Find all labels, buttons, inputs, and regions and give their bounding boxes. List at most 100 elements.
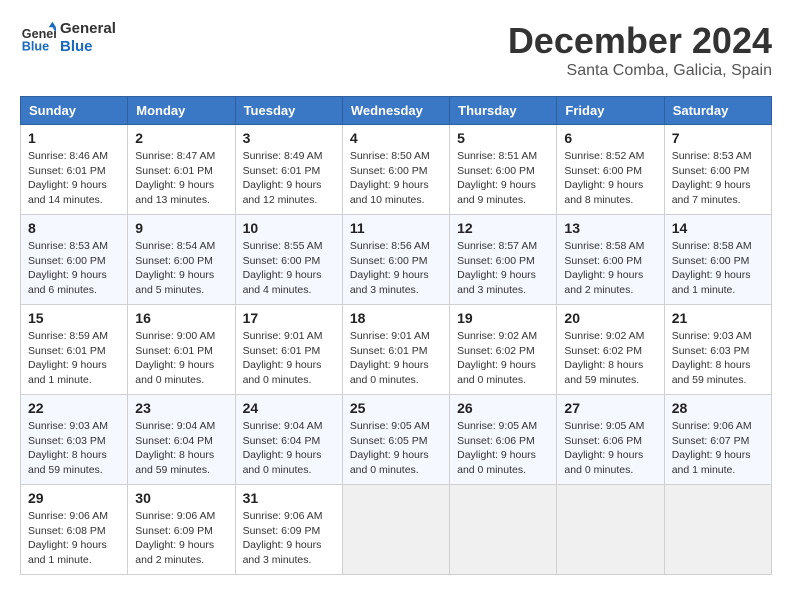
sunrise-label: Sunrise: 8:58 AM bbox=[672, 240, 752, 252]
sunset-label: Sunset: 6:04 PM bbox=[243, 435, 321, 447]
daylight-label: Daylight: 9 hours and 9 minutes. bbox=[457, 179, 536, 206]
sunset-label: Sunset: 6:01 PM bbox=[135, 345, 213, 357]
sunrise-label: Sunrise: 8:59 AM bbox=[28, 330, 108, 342]
day-number: 13 bbox=[564, 220, 656, 236]
sunrise-label: Sunrise: 9:06 AM bbox=[135, 510, 215, 522]
day-info: Sunrise: 8:58 AM Sunset: 6:00 PM Dayligh… bbox=[672, 239, 764, 298]
day-number: 16 bbox=[135, 310, 227, 326]
calendar-week-2: 8 Sunrise: 8:53 AM Sunset: 6:00 PM Dayli… bbox=[21, 215, 772, 305]
day-cell-15: 15 Sunrise: 8:59 AM Sunset: 6:01 PM Dayl… bbox=[21, 305, 128, 395]
day-info: Sunrise: 9:03 AM Sunset: 6:03 PM Dayligh… bbox=[672, 329, 764, 388]
day-number: 14 bbox=[672, 220, 764, 236]
day-info: Sunrise: 8:57 AM Sunset: 6:00 PM Dayligh… bbox=[457, 239, 549, 298]
title-block: December 2024 Santa Comba, Galicia, Spai… bbox=[508, 20, 772, 80]
sunrise-label: Sunrise: 9:04 AM bbox=[135, 420, 215, 432]
day-cell-24: 24 Sunrise: 9:04 AM Sunset: 6:04 PM Dayl… bbox=[235, 395, 342, 485]
day-cell-31: 31 Sunrise: 9:06 AM Sunset: 6:09 PM Dayl… bbox=[235, 485, 342, 575]
sunrise-label: Sunrise: 9:05 AM bbox=[350, 420, 430, 432]
daylight-label: Daylight: 9 hours and 0 minutes. bbox=[350, 359, 429, 386]
day-info: Sunrise: 8:54 AM Sunset: 6:00 PM Dayligh… bbox=[135, 239, 227, 298]
sunset-label: Sunset: 6:00 PM bbox=[135, 255, 213, 267]
empty-cell bbox=[342, 485, 449, 575]
day-info: Sunrise: 8:52 AM Sunset: 6:00 PM Dayligh… bbox=[564, 149, 656, 208]
sunrise-label: Sunrise: 8:53 AM bbox=[28, 240, 108, 252]
sunset-label: Sunset: 6:00 PM bbox=[28, 255, 106, 267]
daylight-label: Daylight: 9 hours and 1 minute. bbox=[672, 449, 751, 476]
day-number: 5 bbox=[457, 130, 549, 146]
sunrise-label: Sunrise: 8:56 AM bbox=[350, 240, 430, 252]
day-cell-7: 7 Sunrise: 8:53 AM Sunset: 6:00 PM Dayli… bbox=[664, 125, 771, 215]
calendar-body: 1 Sunrise: 8:46 AM Sunset: 6:01 PM Dayli… bbox=[21, 125, 772, 575]
day-info: Sunrise: 8:58 AM Sunset: 6:00 PM Dayligh… bbox=[564, 239, 656, 298]
day-number: 4 bbox=[350, 130, 442, 146]
day-info: Sunrise: 8:56 AM Sunset: 6:00 PM Dayligh… bbox=[350, 239, 442, 298]
daylight-label: Daylight: 9 hours and 1 minute. bbox=[28, 359, 107, 386]
day-number: 23 bbox=[135, 400, 227, 416]
sunset-label: Sunset: 6:06 PM bbox=[564, 435, 642, 447]
day-number: 15 bbox=[28, 310, 120, 326]
sunrise-label: Sunrise: 9:02 AM bbox=[457, 330, 537, 342]
sunrise-label: Sunrise: 8:50 AM bbox=[350, 150, 430, 162]
weekday-header-friday: Friday bbox=[557, 97, 664, 125]
sunset-label: Sunset: 6:01 PM bbox=[243, 345, 321, 357]
day-info: Sunrise: 9:05 AM Sunset: 6:05 PM Dayligh… bbox=[350, 419, 442, 478]
daylight-label: Daylight: 8 hours and 59 minutes. bbox=[135, 449, 214, 476]
day-info: Sunrise: 9:01 AM Sunset: 6:01 PM Dayligh… bbox=[243, 329, 335, 388]
sunrise-label: Sunrise: 8:52 AM bbox=[564, 150, 644, 162]
day-number: 1 bbox=[28, 130, 120, 146]
weekday-header-thursday: Thursday bbox=[450, 97, 557, 125]
sunset-label: Sunset: 6:05 PM bbox=[350, 435, 428, 447]
daylight-label: Daylight: 8 hours and 59 minutes. bbox=[564, 359, 643, 386]
day-info: Sunrise: 8:53 AM Sunset: 6:00 PM Dayligh… bbox=[672, 149, 764, 208]
sunset-label: Sunset: 6:06 PM bbox=[457, 435, 535, 447]
day-number: 11 bbox=[350, 220, 442, 236]
day-number: 29 bbox=[28, 490, 120, 506]
day-cell-21: 21 Sunrise: 9:03 AM Sunset: 6:03 PM Dayl… bbox=[664, 305, 771, 395]
day-cell-10: 10 Sunrise: 8:55 AM Sunset: 6:00 PM Dayl… bbox=[235, 215, 342, 305]
daylight-label: Daylight: 9 hours and 7 minutes. bbox=[672, 179, 751, 206]
day-number: 30 bbox=[135, 490, 227, 506]
day-number: 27 bbox=[564, 400, 656, 416]
day-info: Sunrise: 9:04 AM Sunset: 6:04 PM Dayligh… bbox=[243, 419, 335, 478]
daylight-label: Daylight: 9 hours and 2 minutes. bbox=[135, 539, 214, 566]
sunrise-label: Sunrise: 9:02 AM bbox=[564, 330, 644, 342]
day-number: 19 bbox=[457, 310, 549, 326]
sunset-label: Sunset: 6:04 PM bbox=[135, 435, 213, 447]
day-info: Sunrise: 8:49 AM Sunset: 6:01 PM Dayligh… bbox=[243, 149, 335, 208]
day-number: 18 bbox=[350, 310, 442, 326]
sunset-label: Sunset: 6:00 PM bbox=[350, 165, 428, 177]
logo: General Blue General Blue bbox=[20, 20, 116, 56]
sunset-label: Sunset: 6:02 PM bbox=[564, 345, 642, 357]
daylight-label: Daylight: 9 hours and 6 minutes. bbox=[28, 269, 107, 296]
sunset-label: Sunset: 6:00 PM bbox=[457, 165, 535, 177]
day-cell-4: 4 Sunrise: 8:50 AM Sunset: 6:00 PM Dayli… bbox=[342, 125, 449, 215]
calendar-week-5: 29 Sunrise: 9:06 AM Sunset: 6:08 PM Dayl… bbox=[21, 485, 772, 575]
sunrise-label: Sunrise: 8:57 AM bbox=[457, 240, 537, 252]
day-cell-5: 5 Sunrise: 8:51 AM Sunset: 6:00 PM Dayli… bbox=[450, 125, 557, 215]
sunset-label: Sunset: 6:09 PM bbox=[243, 525, 321, 537]
daylight-label: Daylight: 9 hours and 3 minutes. bbox=[350, 269, 429, 296]
day-cell-14: 14 Sunrise: 8:58 AM Sunset: 6:00 PM Dayl… bbox=[664, 215, 771, 305]
day-info: Sunrise: 8:47 AM Sunset: 6:01 PM Dayligh… bbox=[135, 149, 227, 208]
day-cell-2: 2 Sunrise: 8:47 AM Sunset: 6:01 PM Dayli… bbox=[128, 125, 235, 215]
day-number: 26 bbox=[457, 400, 549, 416]
weekday-header-saturday: Saturday bbox=[664, 97, 771, 125]
sunrise-label: Sunrise: 8:58 AM bbox=[564, 240, 644, 252]
calendar-week-1: 1 Sunrise: 8:46 AM Sunset: 6:01 PM Dayli… bbox=[21, 125, 772, 215]
day-cell-18: 18 Sunrise: 9:01 AM Sunset: 6:01 PM Dayl… bbox=[342, 305, 449, 395]
sunrise-label: Sunrise: 8:47 AM bbox=[135, 150, 215, 162]
daylight-label: Daylight: 9 hours and 0 minutes. bbox=[457, 449, 536, 476]
day-info: Sunrise: 8:51 AM Sunset: 6:00 PM Dayligh… bbox=[457, 149, 549, 208]
day-info: Sunrise: 9:02 AM Sunset: 6:02 PM Dayligh… bbox=[564, 329, 656, 388]
day-number: 9 bbox=[135, 220, 227, 236]
day-info: Sunrise: 9:06 AM Sunset: 6:08 PM Dayligh… bbox=[28, 509, 120, 568]
day-info: Sunrise: 9:04 AM Sunset: 6:04 PM Dayligh… bbox=[135, 419, 227, 478]
daylight-label: Daylight: 9 hours and 4 minutes. bbox=[243, 269, 322, 296]
day-number: 3 bbox=[243, 130, 335, 146]
day-cell-9: 9 Sunrise: 8:54 AM Sunset: 6:00 PM Dayli… bbox=[128, 215, 235, 305]
daylight-label: Daylight: 9 hours and 3 minutes. bbox=[243, 539, 322, 566]
daylight-label: Daylight: 8 hours and 59 minutes. bbox=[672, 359, 751, 386]
day-cell-19: 19 Sunrise: 9:02 AM Sunset: 6:02 PM Dayl… bbox=[450, 305, 557, 395]
day-number: 8 bbox=[28, 220, 120, 236]
daylight-label: Daylight: 9 hours and 1 minute. bbox=[672, 269, 751, 296]
